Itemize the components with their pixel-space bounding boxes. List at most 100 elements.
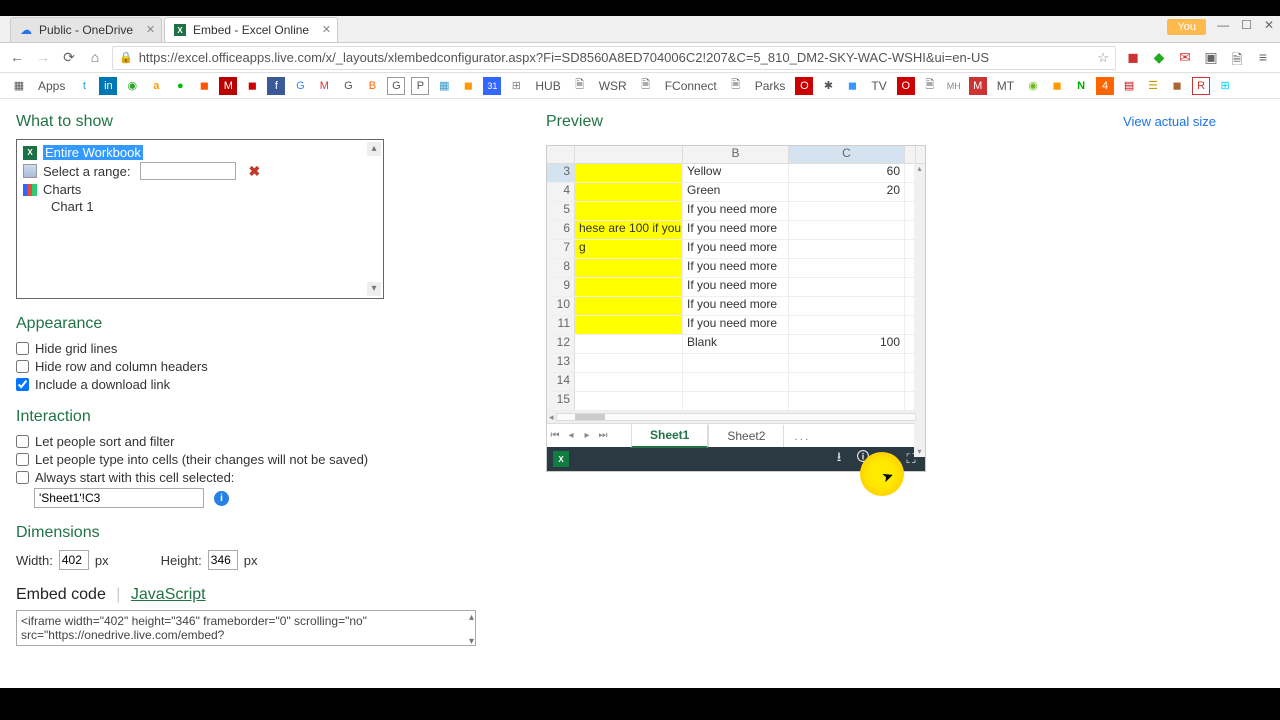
reload-icon[interactable]: ⟳ <box>60 49 78 67</box>
cell[interactable] <box>683 373 789 391</box>
cell[interactable]: 20 <box>789 183 905 201</box>
cell[interactable] <box>575 354 683 372</box>
cell[interactable]: Blank <box>683 335 789 353</box>
download-link-option[interactable]: Include a download link <box>16 377 486 392</box>
row-number[interactable]: 15 <box>547 392 575 410</box>
table-row[interactable]: 11 If you need more <box>547 316 925 335</box>
cell[interactable]: If you need more <box>683 259 789 277</box>
cell[interactable]: 100 <box>789 335 905 353</box>
prev-sheet-icon[interactable]: ◂ <box>563 430 579 441</box>
cell[interactable] <box>789 221 905 239</box>
grid-body[interactable]: 3Yellow604Green205If you need more6hese … <box>547 164 925 411</box>
embed-code-tab[interactable]: Embed code <box>16 586 106 603</box>
row-number[interactable]: 11 <box>547 316 575 334</box>
cell[interactable] <box>575 278 683 296</box>
apps-label[interactable]: Apps <box>34 79 69 93</box>
table-row[interactable]: 13 <box>547 354 925 373</box>
bookmark-link[interactable]: Parks <box>751 79 790 93</box>
checkbox[interactable] <box>16 342 29 355</box>
maximize-icon[interactable]: ☐ <box>1241 18 1252 32</box>
bookmark-icon[interactable]: 🗎 <box>727 77 745 95</box>
range-input[interactable] <box>140 162 236 180</box>
scroll-up-icon[interactable]: ▴ <box>367 142 381 156</box>
bookmark-icon[interactable]: a <box>147 77 165 95</box>
next-sheet-icon[interactable]: ▸ <box>579 430 595 441</box>
cell[interactable] <box>575 392 683 410</box>
cell[interactable]: If you need more <box>683 316 789 334</box>
last-sheet-icon[interactable]: ⏭ <box>595 430 611 441</box>
cell[interactable]: If you need more <box>683 278 789 296</box>
bookmark-icon[interactable]: MH <box>945 77 963 95</box>
bookmark-link[interactable]: TV <box>867 79 890 93</box>
cell[interactable]: If you need more <box>683 202 789 220</box>
clear-range-icon[interactable]: ✖ <box>248 163 260 180</box>
row-number[interactable]: 13 <box>547 354 575 372</box>
table-row[interactable]: 12Blank100 <box>547 335 925 354</box>
row-number[interactable]: 4 <box>547 183 575 201</box>
bookmark-icon[interactable]: P <box>411 77 429 95</box>
more-sheets-icon[interactable]: ... <box>784 429 820 443</box>
type-cells-option[interactable]: Let people type into cells (their change… <box>16 452 486 467</box>
cell[interactable] <box>789 278 905 296</box>
table-row[interactable]: 10If you need more <box>547 297 925 316</box>
cell[interactable] <box>789 259 905 277</box>
bookmark-icon[interactable]: ◼ <box>459 77 477 95</box>
close-window-icon[interactable]: ✕ <box>1264 18 1274 32</box>
row-number[interactable]: 8 <box>547 259 575 277</box>
tree-item-workbook[interactable]: X Entire Workbook <box>23 144 377 161</box>
bookmark-icon[interactable]: 🗎 <box>571 77 589 95</box>
row-number[interactable]: 14 <box>547 373 575 391</box>
bookmark-icon[interactable]: ◼ <box>843 77 861 95</box>
cell[interactable]: If you need more <box>683 221 789 239</box>
cell[interactable] <box>575 297 683 315</box>
tree-item-charts[interactable]: Charts <box>23 181 377 198</box>
bookmark-link[interactable]: MT <box>993 79 1018 93</box>
cell[interactable] <box>575 183 683 201</box>
sort-filter-option[interactable]: Let people sort and filter <box>16 434 486 449</box>
back-icon[interactable]: ← <box>8 49 26 67</box>
bookmark-link[interactable]: FConnect <box>661 79 721 93</box>
cell[interactable]: Yellow <box>683 164 789 182</box>
checkbox[interactable] <box>16 360 29 373</box>
view-actual-size-link[interactable]: View actual size <box>1123 114 1216 129</box>
download-icon[interactable]: ⭳ <box>831 451 847 467</box>
gmail-icon[interactable]: ✉ <box>1176 49 1194 67</box>
browser-tab-excel-embed[interactable]: X Embed - Excel Online ✕ <box>164 17 338 42</box>
info-icon[interactable]: 🛈 <box>855 451 871 467</box>
browser-tab-onedrive[interactable]: ☁ Public - OneDrive ✕ <box>10 17 162 42</box>
table-row[interactable]: 5If you need more <box>547 202 925 221</box>
bookmark-icon[interactable]: in <box>99 77 117 95</box>
scroll-down-icon[interactable]: ▾ <box>469 636 474 647</box>
bookmark-icon[interactable]: 🗎 <box>921 77 939 95</box>
row-number[interactable]: 7 <box>547 240 575 258</box>
bookmark-icon[interactable]: M <box>315 77 333 95</box>
horizontal-scrollbar[interactable]: ◂▸ <box>547 411 925 423</box>
hide-grid-option[interactable]: Hide grid lines <box>16 341 486 356</box>
sheet-tab-2[interactable]: Sheet2 <box>708 425 784 447</box>
cell[interactable] <box>789 297 905 315</box>
cell[interactable] <box>789 392 905 410</box>
table-row[interactable]: 6hese are 100 if youIf you need more <box>547 221 925 240</box>
home-icon[interactable]: ⌂ <box>86 49 104 67</box>
cell[interactable] <box>789 373 905 391</box>
bookmark-icon[interactable]: ⊞ <box>1216 77 1234 95</box>
row-number[interactable]: 3 <box>547 164 575 182</box>
bookmark-icon[interactable]: M <box>969 77 987 95</box>
bookmark-icon[interactable]: ◉ <box>1024 77 1042 95</box>
minimize-icon[interactable]: — <box>1217 18 1229 32</box>
javascript-tab[interactable]: JavaScript <box>131 586 206 603</box>
cell[interactable] <box>575 164 683 182</box>
height-input[interactable] <box>208 550 238 570</box>
row-number[interactable]: 10 <box>547 297 575 315</box>
cell[interactable]: hese are 100 if you <box>575 221 683 239</box>
row-number[interactable]: 6 <box>547 221 575 239</box>
checkbox[interactable] <box>16 453 29 466</box>
tree-item-range[interactable]: Select a range: ✖ <box>23 161 377 181</box>
info-icon[interactable]: i <box>214 491 229 506</box>
table-row[interactable]: 7gIf you need more <box>547 240 925 259</box>
bookmark-icon[interactable]: G <box>387 77 405 95</box>
cell[interactable] <box>575 259 683 277</box>
bookmark-icon[interactable]: N <box>1072 77 1090 95</box>
ext-icon[interactable]: 🗎 <box>1228 49 1246 67</box>
star-icon[interactable]: ☆ <box>1097 50 1109 66</box>
